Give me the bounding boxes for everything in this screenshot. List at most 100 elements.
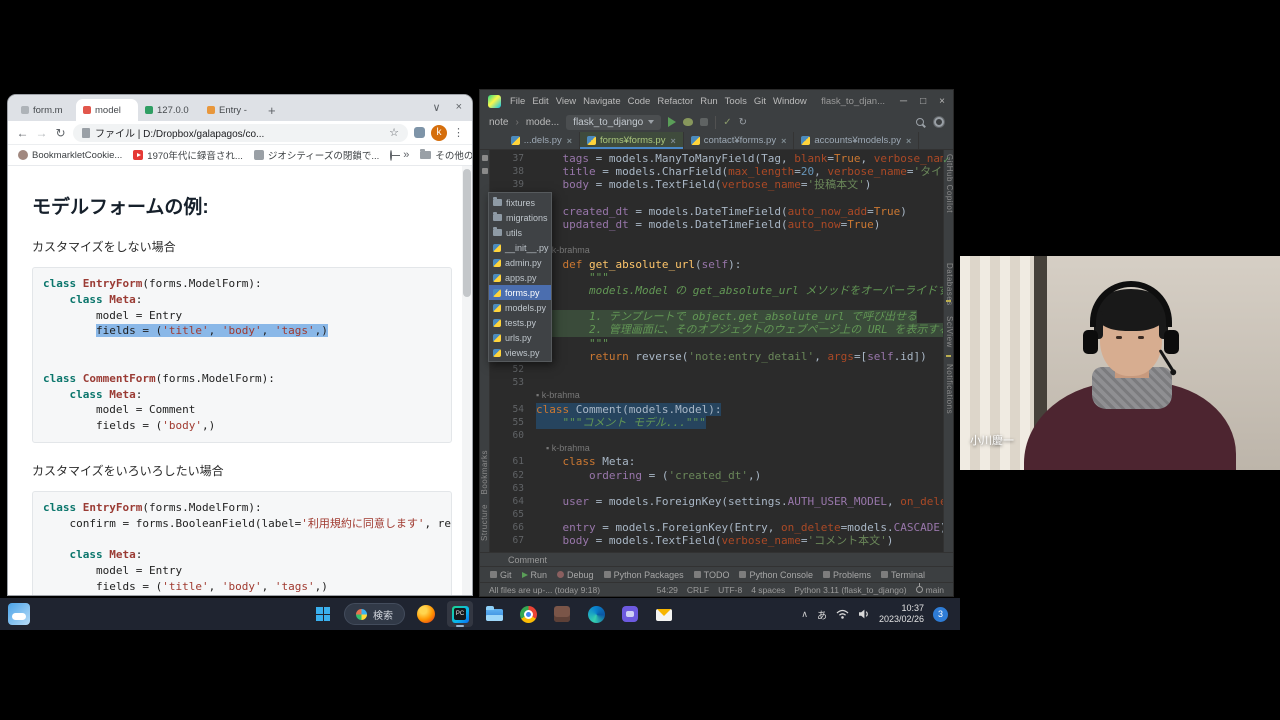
structure-tool-label[interactable]: Structure bbox=[480, 504, 490, 541]
inspections-ok-icon[interactable]: ✓ bbox=[942, 155, 950, 166]
close-tab-icon[interactable]: × bbox=[670, 136, 675, 146]
tool-button-debug[interactable]: Debug bbox=[557, 570, 594, 580]
menu-tools[interactable]: Tools bbox=[724, 96, 748, 107]
taskbar-clock[interactable]: 10:37 2023/02/26 bbox=[879, 603, 924, 625]
menu-refactor[interactable]: Refactor bbox=[656, 96, 694, 107]
commit-icon[interactable]: ✓ bbox=[723, 117, 731, 128]
tool-button-terminal[interactable]: Terminal bbox=[881, 570, 925, 580]
code-line[interactable]: 67 body = models.TextField(verbose_name=… bbox=[490, 534, 943, 547]
code-line[interactable]: 51 return reverse('note:entry_detail', a… bbox=[490, 350, 943, 363]
code-line[interactable]: 47 bbox=[490, 297, 943, 310]
warning-stripe-mark[interactable] bbox=[946, 355, 951, 357]
tree-item-urls[interactable]: urls.py bbox=[489, 330, 551, 345]
notification-count-badge[interactable]: 3 bbox=[933, 607, 948, 622]
close-tab-icon[interactable]: × bbox=[781, 136, 786, 146]
other-bookmarks-folder[interactable]: その他のブックマーク bbox=[420, 148, 472, 162]
close-tab-icon[interactable]: × bbox=[567, 136, 572, 146]
tool-button-todo[interactable]: TODO bbox=[694, 570, 730, 580]
code-line[interactable]: ▪ k-brahma bbox=[490, 389, 943, 402]
bookmark-item[interactable]: 1970年代に録音され... bbox=[133, 148, 243, 162]
tree-item-tests[interactable]: tests.py bbox=[489, 315, 551, 330]
breadcrumb[interactable]: Comment bbox=[480, 552, 953, 566]
menu-navigate[interactable]: Navigate bbox=[582, 96, 622, 107]
code-line[interactable]: 46 models.Model の get_absolute_url メソッドを… bbox=[490, 284, 943, 297]
editor-tab-accounts-models[interactable]: accounts¥models.py × bbox=[794, 132, 919, 149]
tool-button-run[interactable]: Run bbox=[522, 570, 548, 580]
globe-icon[interactable] bbox=[390, 150, 392, 161]
bookmarks-overflow-icon[interactable]: » bbox=[403, 149, 409, 161]
run-button[interactable] bbox=[668, 117, 676, 127]
code-line[interactable]: 66 entry = models.ForeignKey(Entry, on_d… bbox=[490, 521, 943, 534]
new-tab-button[interactable]: + bbox=[268, 103, 276, 118]
code-editor[interactable]: 37 tags = models.ManyToManyField(Tag, bl… bbox=[490, 150, 943, 552]
browser-tab-entry[interactable]: Entry - bbox=[200, 99, 262, 121]
menu-view[interactable]: View bbox=[555, 96, 577, 107]
bookmark-item[interactable]: ジオシティーズの閉鎖で... bbox=[254, 148, 379, 162]
volume-icon[interactable] bbox=[858, 609, 870, 619]
close-icon[interactable]: × bbox=[939, 96, 945, 107]
bookmark-star-icon[interactable]: ☆ bbox=[389, 126, 399, 139]
tree-item-utils[interactable]: utils bbox=[489, 225, 551, 240]
taskbar-app-chrome[interactable] bbox=[515, 601, 541, 627]
settings-gear-icon[interactable] bbox=[934, 117, 944, 127]
tool-button-git[interactable]: Git bbox=[490, 570, 512, 580]
extension-icon[interactable] bbox=[414, 127, 425, 138]
taskbar-app-pycharm[interactable] bbox=[447, 601, 473, 627]
wifi-icon[interactable] bbox=[836, 609, 849, 619]
maximize-icon[interactable]: □ bbox=[920, 96, 926, 107]
code-line[interactable]: 54class Comment(models.Model): bbox=[490, 403, 943, 416]
taskbar-app-notebook[interactable] bbox=[549, 601, 575, 627]
navbar-file[interactable]: mode... bbox=[526, 117, 559, 128]
editor-tab-contact-forms[interactable]: contact¥forms.py × bbox=[684, 132, 795, 149]
bookmark-item[interactable]: BookmarkletCookie... bbox=[18, 150, 122, 161]
code-line[interactable]: 38 title = models.CharField(max_length=2… bbox=[490, 165, 943, 178]
tree-item-forms-selected[interactable]: forms.py bbox=[489, 285, 551, 300]
code-line[interactable]: 52 bbox=[490, 363, 943, 376]
bookmarks-tool-label[interactable]: Bookmarks bbox=[480, 450, 490, 495]
forward-icon[interactable]: → bbox=[35, 126, 48, 140]
code-line[interactable]: ▪ k-brahma bbox=[490, 442, 943, 455]
taskbar-app-firefox[interactable] bbox=[413, 601, 439, 627]
tool-button-python-console[interactable]: Python Console bbox=[739, 570, 813, 580]
browser-tab-model[interactable]: model bbox=[76, 99, 138, 121]
menu-git[interactable]: Git bbox=[753, 96, 767, 107]
tree-item-migrations[interactable]: migrations bbox=[489, 210, 551, 225]
widgets-icon[interactable] bbox=[8, 603, 30, 625]
menu-code[interactable]: Code bbox=[627, 96, 652, 107]
profile-avatar[interactable]: k bbox=[431, 125, 447, 141]
code-line[interactable]: 41 created_dt = models.DateTimeField(aut… bbox=[490, 205, 943, 218]
browser-tab-localhost[interactable]: 127.0.0 bbox=[138, 99, 200, 121]
code-line[interactable]: 62 ordering = ('created_dt',) bbox=[490, 469, 943, 482]
caret-position[interactable]: 54:29 bbox=[657, 585, 678, 595]
search-everywhere-icon[interactable] bbox=[916, 118, 924, 126]
scrollbar-thumb[interactable] bbox=[463, 169, 471, 297]
start-button[interactable] bbox=[310, 601, 336, 627]
code-line[interactable]: 50 """ bbox=[490, 337, 943, 350]
editor-tab-forms[interactable]: forms¥forms.py × bbox=[580, 132, 684, 149]
code-line[interactable]: 40 bbox=[490, 192, 943, 205]
code-line[interactable]: 63 bbox=[490, 482, 943, 495]
file-encoding[interactable]: UTF-8 bbox=[718, 585, 742, 595]
code-line[interactable]: ▪ k-brahma bbox=[490, 244, 943, 257]
browser-menu-icon[interactable]: ⋮ bbox=[453, 126, 464, 139]
code-line[interactable]: 49 2. 管理画面に、そのオブジェクトのウェブページ上の URL を表示するリ… bbox=[490, 323, 943, 336]
browser-tab-form[interactable]: form.m bbox=[14, 99, 76, 121]
commit-tool-icon[interactable] bbox=[482, 168, 488, 174]
tree-item-init[interactable]: __init__.py bbox=[489, 240, 551, 255]
tree-item-views[interactable]: views.py bbox=[489, 345, 551, 360]
menu-file[interactable]: File bbox=[509, 96, 526, 107]
taskbar-app-mail[interactable] bbox=[651, 601, 677, 627]
navbar-project[interactable]: note bbox=[489, 117, 508, 128]
taskbar-app-edge[interactable] bbox=[583, 601, 609, 627]
refresh-icon[interactable]: ↻ bbox=[54, 126, 67, 140]
run-config-selector[interactable]: flask_to_django bbox=[566, 115, 661, 130]
line-separator[interactable]: CRLF bbox=[687, 585, 709, 595]
tree-item-models[interactable]: models.py bbox=[489, 300, 551, 315]
menu-window[interactable]: Window bbox=[772, 96, 808, 107]
ime-indicator[interactable]: あ bbox=[817, 607, 827, 622]
code-line[interactable]: 37 tags = models.ManyToManyField(Tag, bl… bbox=[490, 152, 943, 165]
debug-button[interactable] bbox=[683, 118, 693, 126]
taskbar-app-purple[interactable] bbox=[617, 601, 643, 627]
tray-chevron-icon[interactable]: ∧ bbox=[801, 609, 808, 620]
sciview-tool-label[interactable]: SciView bbox=[944, 316, 953, 348]
